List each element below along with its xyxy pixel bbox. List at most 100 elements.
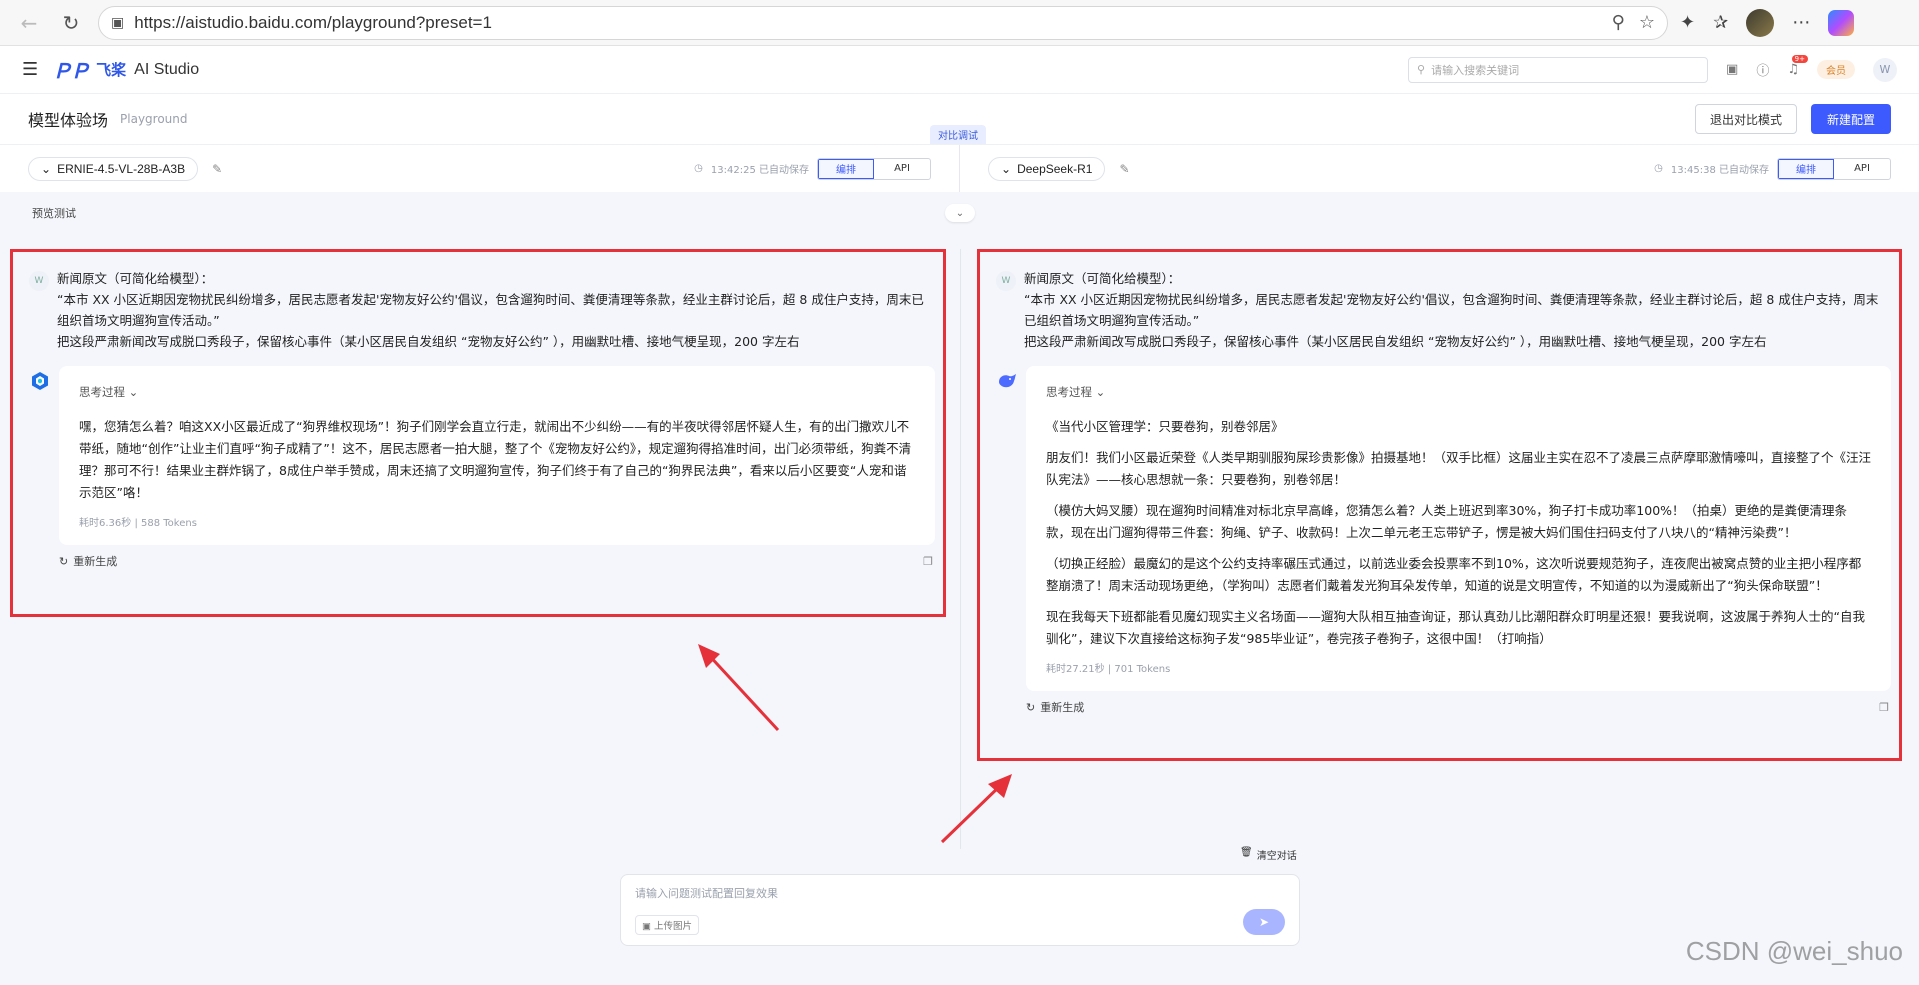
edit-pencil-icon[interactable]: ✎ (212, 162, 222, 176)
left-autosave-status: 13:42:25 已自动保存 (710, 165, 809, 176)
hamburger-menu-icon[interactable]: ☰ (22, 59, 38, 80)
more-menu-icon[interactable]: ⋯ (1792, 12, 1810, 33)
right-regenerate-button[interactable]: ↻ 重新生成 ❐ (980, 691, 1899, 715)
left-model-bar: ⌄ ERNIE-4.5-VL-28B-A3B ✎ ◷ 13:42:25 已自动保… (0, 145, 959, 192)
notification-badge: 9+ (1791, 55, 1808, 63)
preview-test-label: 预览测试 (32, 207, 76, 220)
reload-icon[interactable]: ↻ (56, 8, 86, 38)
left-tab-api[interactable]: API (874, 159, 930, 179)
right-reply-paragraph: 《当代小区管理学：只要卷狗，别卷邻居》 (1046, 419, 1284, 434)
compare-debug-tag: 对比调试 (930, 125, 986, 144)
user-avatar: W (996, 271, 1016, 291)
clock-icon: ◷ (1654, 163, 1663, 174)
clock-icon: ◷ (694, 163, 703, 174)
right-chat-panel: W 新闻原文（可简化给模型）： “本市 XX 小区近期因宠物扰民纠纷增多，居民志… (977, 249, 1902, 761)
user-avatar[interactable]: W (1873, 57, 1897, 82)
user-text-line: 把这段严肃新闻改写成脱口秀段子，保留核心事件（某小区居民自发组织 “宠物友好公约… (57, 334, 800, 349)
right-mode-tabs: 编排 API (1777, 157, 1891, 180)
right-reply-paragraph: 朋友们！我们小区最近荣登《人类早期驯服狗屎珍贵影像》拍摄基地！（双手比框）这届业… (1046, 450, 1872, 487)
right-autosave-status: 13:45:38 已自动保存 (1670, 165, 1769, 176)
right-reply-paragraph: （模仿大妈叉腰）现在遛狗时间精准对标北京早高峰，您猜怎么着？人类上班迟到率30%… (1046, 503, 1848, 540)
search-placeholder: 请输入搜索关键词 (1431, 63, 1520, 77)
preview-test-row: 预览测试 ⌄ (0, 192, 1919, 234)
right-user-message: W 新闻原文（可简化给模型）： “本市 XX 小区近期因宠物扰民纠纷增多，居民志… (980, 252, 1899, 352)
profile-avatar[interactable] (1746, 8, 1775, 37)
left-tab-edit[interactable]: 编排 (818, 158, 874, 179)
url-text[interactable]: https://aistudio.baidu.com/playground?pr… (134, 13, 1601, 33)
right-reply-meta: 耗时27.21秒 | 701 Tokens (1046, 664, 1171, 675)
browser-toolbar: ← ↻ ▣ https://aistudio.baidu.com/playgro… (0, 0, 1919, 46)
right-model-select[interactable]: ⌄ DeepSeek-R1 (988, 156, 1106, 181)
right-reply-paragraph: （切换正经脸）最魔幻的是这个公约支持率碾压式通过，以前选业委会投票率不到10%，… (1046, 556, 1862, 593)
user-text-line: “本市 XX 小区近期因宠物扰民纠纷增多，居民志愿者发起'宠物友好公约'倡议，包… (1024, 292, 1879, 328)
chevron-down-icon: ⌄ (41, 161, 52, 176)
think-process-toggle[interactable]: 思考过程 ⌄ (1046, 384, 1871, 400)
user-text-line: 新闻原文（可简化给模型）： (57, 271, 214, 286)
new-config-button[interactable]: 新建配置 (1810, 104, 1891, 134)
search-input[interactable]: ⚲ 请输入搜索关键词 (1408, 56, 1709, 83)
logo[interactable]: ＰＰ 飞桨 AI Studio (52, 55, 199, 84)
help-icon[interactable]: ⓘ (1756, 60, 1769, 79)
user-avatar: W (29, 271, 49, 291)
page-subtitle: Playground (120, 112, 188, 126)
copy-icon[interactable]: ❐ (923, 555, 933, 568)
chevron-down-icon: ⌄ (128, 385, 139, 399)
watermark: CSDN @wei_shuo (1685, 936, 1903, 966)
deepseek-whale-icon (999, 374, 1016, 388)
right-model-bar: ⌄ DeepSeek-R1 ✎ ◷ 13:45:38 已自动保存 编排 API (959, 145, 1919, 192)
upload-image-button[interactable]: ▣ 上传图片 (635, 915, 700, 935)
chevron-down-icon: ⌄ (1001, 161, 1012, 176)
image-icon: ▣ (642, 921, 651, 932)
left-chat-panel: W 新闻原文（可简化给模型）： “本市 XX 小区近期因宠物扰民纠纷增多，居民志… (10, 249, 946, 617)
user-text-line: 新闻原文（可简化给模型）： (1024, 271, 1181, 286)
regenerate-label: 重新生成 (73, 555, 118, 568)
search-icon: ⚲ (1417, 63, 1426, 76)
clear-chat-button[interactable]: 🗑 清空对话 (1240, 847, 1297, 862)
vip-badge[interactable]: 会员 (1817, 60, 1855, 79)
collapse-chevron-icon[interactable]: ⌄ (945, 204, 975, 222)
compare-columns: W 新闻原文（可简化给模型）： “本市 XX 小区近期因宠物扰民纠纷增多，居民志… (0, 249, 1919, 849)
monitor-icon[interactable]: ▣ (1726, 62, 1738, 77)
left-user-message: W 新闻原文（可简化给模型）： “本市 XX 小区近期因宠物扰民纠纷增多，居民志… (13, 252, 943, 352)
trash-icon: 🗑 (1240, 847, 1253, 858)
left-bot-card: 思考过程 ⌄ 嘿，您猜怎么着？咱这XX小区最近成了“狗界维权现场”！狗子们刚学会… (59, 366, 935, 545)
send-plane-icon: ➤ (1258, 915, 1270, 929)
bell-icon[interactable]: ♫ 9+ (1787, 55, 1808, 77)
left-regenerate-button[interactable]: ↻ 重新生成 ❐ (13, 545, 943, 569)
think-label: 思考过程 (79, 385, 125, 399)
brand-en: AI Studio (134, 60, 200, 78)
copy-icon[interactable]: ❐ (1879, 701, 1889, 714)
favorite-star-icon[interactable]: ☆ (1639, 12, 1655, 33)
site-info-icon[interactable]: ▣ (111, 15, 124, 31)
left-model-select[interactable]: ⌄ ERNIE-4.5-VL-28B-A3B (28, 156, 199, 181)
exit-compare-button[interactable]: 退出对比模式 (1694, 104, 1797, 134)
right-tab-api[interactable]: API (1834, 159, 1890, 179)
paddle-logo-icon: ＰＰ (52, 61, 90, 83)
back-arrow-icon[interactable]: ← (14, 8, 44, 38)
annotation-arrow-right (940, 774, 1012, 844)
send-button[interactable]: ➤ (1243, 909, 1285, 935)
address-bar[interactable]: ▣ https://aistudio.baidu.com/playground?… (98, 5, 1668, 40)
extensions-icon[interactable]: ✦ (1680, 12, 1695, 33)
right-tab-edit[interactable]: 编排 (1778, 158, 1834, 179)
annotation-arrow-left (698, 644, 780, 732)
edit-pencil-icon[interactable]: ✎ (1119, 162, 1129, 176)
model-config-row: ⌄ ERNIE-4.5-VL-28B-A3B ✎ ◷ 13:42:25 已自动保… (0, 144, 1919, 192)
right-model-name: DeepSeek-R1 (1017, 161, 1093, 176)
ernie-bot-icon (32, 372, 48, 390)
chat-input-placeholder: 请输入问题测试配置回复效果 (635, 887, 778, 900)
zoom-icon[interactable]: ⚲ (1612, 12, 1625, 33)
page-title: 模型体验场 (28, 111, 109, 130)
clear-chat-label: 清空对话 (1256, 851, 1297, 862)
left-mode-tabs: 编排 API (817, 157, 931, 180)
right-bot-message: 思考过程 ⌄ 《当代小区管理学：只要卷狗，别卷邻居》 朋友们！我们小区最近荣登《… (980, 352, 1899, 691)
right-reply-paragraph: 现在我每天下班都能看见魔幻现实主义名场面——遛狗大队相互抽查询证，那认真劲儿比潮… (1046, 609, 1865, 646)
think-process-toggle[interactable]: 思考过程 ⌄ (79, 384, 915, 400)
copilot-icon[interactable] (1828, 9, 1855, 36)
favorites-icon[interactable]: ✰ (1713, 12, 1728, 33)
left-reply-text: 嘿，您猜怎么着？咱这XX小区最近成了“狗界维权现场”！狗子们刚学会直立行走，就闹… (79, 419, 912, 500)
refresh-icon: ↻ (1026, 700, 1036, 714)
chat-input-box[interactable]: 请输入问题测试配置回复效果 ▣ 上传图片 ➤ (620, 874, 1300, 946)
regenerate-label: 重新生成 (1040, 701, 1085, 714)
think-label: 思考过程 (1046, 385, 1092, 399)
